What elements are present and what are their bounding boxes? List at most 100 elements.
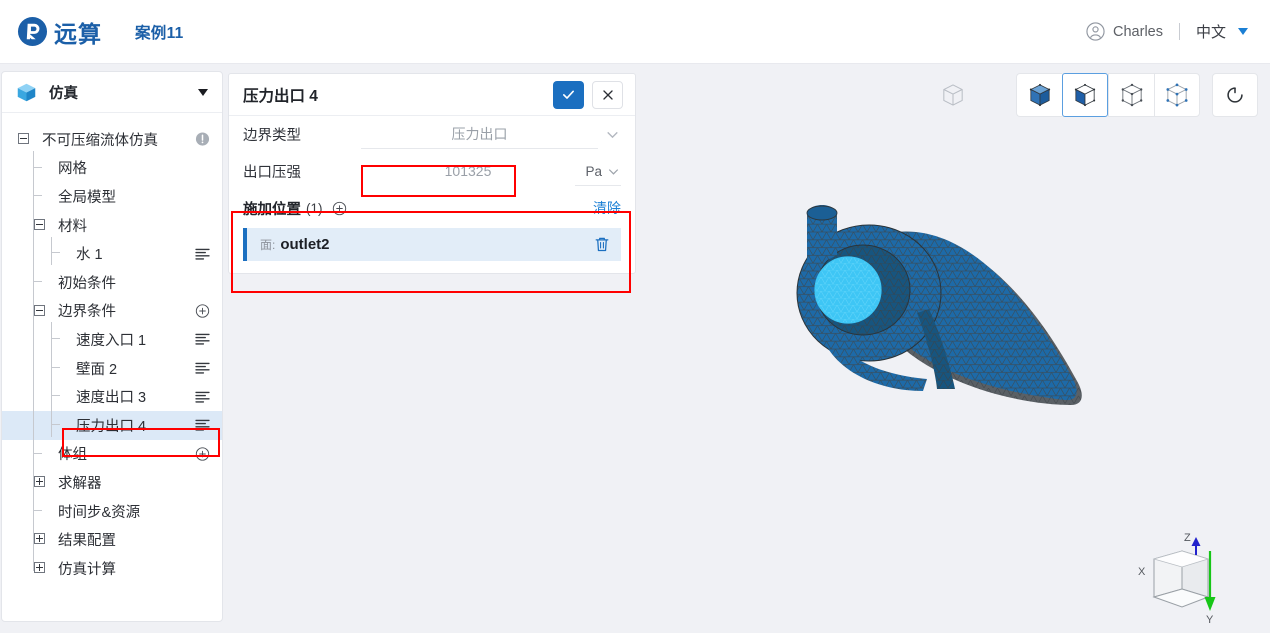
panel-title: 压力出口 4 xyxy=(243,87,318,105)
tree-item-5[interactable]: 初始条件 xyxy=(2,265,222,297)
tree-item-9[interactable]: 速度出口 3 xyxy=(2,380,222,411)
property-row-boundary-type: 边界类型 压力出口 xyxy=(229,116,635,153)
sidebar-header-label: 仿真 xyxy=(49,85,78,102)
list-icon[interactable] xyxy=(195,362,210,374)
tree-item-label: 网格 xyxy=(58,161,87,178)
tree-guide-material xyxy=(51,236,52,266)
language-label: 中文 xyxy=(1195,24,1226,41)
tree-collapse-icon[interactable] xyxy=(34,218,45,230)
axis-gizmo[interactable]: Z X Y xyxy=(1130,529,1234,625)
apply-location-item[interactable]: 面: outlet2 xyxy=(243,228,621,261)
tree-item-14[interactable]: 结果配置 xyxy=(2,525,222,554)
cube-outline-button[interactable] xyxy=(931,73,975,117)
outlet-pressure-unit-select[interactable]: Pa xyxy=(575,158,621,186)
cube-vertices-icon xyxy=(1166,83,1188,107)
tree-item-6[interactable]: 边界条件 xyxy=(2,297,222,326)
display-mode-half-button[interactable] xyxy=(1062,73,1108,117)
boundary-type-label: 边界类型 xyxy=(243,128,301,144)
cube-half-icon xyxy=(1074,83,1096,107)
tree-item-7[interactable]: 速度入口 1 xyxy=(2,323,222,354)
tree-item-label: 时间步&资源 xyxy=(58,504,141,521)
tree-item-3[interactable]: 材料 xyxy=(2,211,222,240)
tree-connector xyxy=(51,237,60,254)
tree-item-label: 全局模型 xyxy=(58,189,116,206)
header-divider xyxy=(1178,23,1180,40)
plus-circle-icon[interactable] xyxy=(195,446,210,461)
tree-connector xyxy=(33,437,42,454)
tree-item-13[interactable]: 时间步&资源 xyxy=(2,494,222,526)
outlet-pressure-input[interactable]: 101325 xyxy=(361,158,575,186)
tree-item-label: 材料 xyxy=(58,218,87,235)
user-name: Charles xyxy=(1113,23,1163,40)
boundary-type-select[interactable]: 压力出口 xyxy=(361,121,598,149)
cancel-button[interactable] xyxy=(592,80,623,109)
display-mode-group xyxy=(1016,73,1200,117)
tree-expand-icon[interactable] xyxy=(34,561,45,573)
tree-item-10[interactable]: 压力出口 4 xyxy=(2,408,222,440)
display-mode-vertices-button[interactable] xyxy=(1154,73,1200,117)
tree-item-label: 水 1 xyxy=(76,247,103,264)
app-root: 远算 案例11 Charles 中文 仿真 不可压缩流体仿真 网格 全局模型 材… xyxy=(0,0,1270,633)
clear-selection-button[interactable]: 清除 xyxy=(593,198,621,218)
axis-z-label: Z xyxy=(1184,532,1191,544)
tree-item-label: 不可压缩流体仿真 xyxy=(42,132,158,149)
tree-item-0[interactable]: 不可压缩流体仿真 xyxy=(2,125,222,154)
info-icon[interactable] xyxy=(195,132,210,147)
sidebar: 仿真 不可压缩流体仿真网格全局模型材料水 1 初始条件边界条件速度入口 1 壁面 2… xyxy=(1,71,223,622)
display-mode-solid-button[interactable] xyxy=(1016,73,1062,117)
tree-collapse-icon[interactable] xyxy=(18,133,29,144)
language-switcher[interactable]: 中文 xyxy=(1196,21,1248,42)
tree-item-8[interactable]: 壁面 2 xyxy=(2,351,222,383)
tree-expand-icon[interactable] xyxy=(34,476,45,488)
tree-connector xyxy=(33,180,42,197)
tree-item-12[interactable]: 求解器 xyxy=(2,468,222,497)
cube-icon xyxy=(17,83,36,101)
list-icon[interactable] xyxy=(195,248,210,260)
tree-collapse-icon[interactable] xyxy=(34,304,45,316)
caret-down-icon[interactable] xyxy=(198,88,208,96)
list-icon[interactable] xyxy=(195,391,210,403)
boundary-condition-panel: 压力出口 4 边界类型 压力出口 出口压强 101325 Pa 施加位置 (1)… xyxy=(228,73,636,274)
apply-location-block: 施加位置 (1) 清除 面: outlet2 xyxy=(229,190,635,273)
chevron-down-icon[interactable] xyxy=(604,126,621,143)
tree-item-15[interactable]: 仿真计算 xyxy=(2,554,222,583)
tree-item-label: 体组 xyxy=(58,447,87,464)
tree-connector xyxy=(33,494,42,511)
tree-item-2[interactable]: 全局模型 xyxy=(2,180,222,211)
display-mode-wireframe-button[interactable] xyxy=(1108,73,1154,117)
panel-header-buttons xyxy=(553,80,623,109)
viewport-3d[interactable]: Z X Y xyxy=(637,71,1270,633)
tree-item-label: 压力出口 4 xyxy=(76,418,147,435)
plus-circle-icon[interactable] xyxy=(332,201,347,216)
reset-view-icon xyxy=(1227,87,1243,103)
reset-view-button[interactable] xyxy=(1212,73,1258,117)
trash-icon[interactable] xyxy=(594,236,610,253)
logo-text: 远算 xyxy=(54,20,102,47)
tree-item-1[interactable]: 网格 xyxy=(2,151,222,183)
tree-expand-icon[interactable] xyxy=(34,533,45,545)
apply-location-title: 施加位置 xyxy=(243,201,301,218)
tree-guide-boundary xyxy=(51,322,52,437)
plus-circle-icon[interactable] xyxy=(195,303,210,318)
chevron-down-icon xyxy=(608,168,619,175)
confirm-button[interactable] xyxy=(553,80,584,109)
outlet-pressure-value: 101325 xyxy=(444,163,492,179)
tree-item-label: 边界条件 xyxy=(58,304,116,321)
sidebar-header[interactable]: 仿真 xyxy=(2,72,222,113)
list-icon[interactable] xyxy=(195,419,210,431)
tree-item-4[interactable]: 水 1 xyxy=(2,237,222,268)
user-menu[interactable]: Charles xyxy=(1086,22,1163,41)
list-icon[interactable] xyxy=(195,333,210,346)
cube-outline-icon xyxy=(943,84,963,106)
logo[interactable]: 远算 xyxy=(17,15,102,49)
simulation-tree: 不可压缩流体仿真网格全局模型材料水 1 初始条件边界条件速度入口 1 壁面 2 速度出… xyxy=(2,113,222,583)
tree-item-label: 求解器 xyxy=(58,475,102,492)
tree-connector xyxy=(51,408,60,425)
tree-guide-depth1 xyxy=(33,150,34,572)
cube-wireframe-icon xyxy=(1121,83,1142,107)
tree-connector xyxy=(51,323,60,340)
tree-item-11[interactable]: 体组 xyxy=(2,437,222,469)
user-circle-icon xyxy=(1086,22,1105,41)
apply-location-count: (1) xyxy=(306,200,323,216)
outlet-pressure-label: 出口压强 xyxy=(243,165,301,181)
